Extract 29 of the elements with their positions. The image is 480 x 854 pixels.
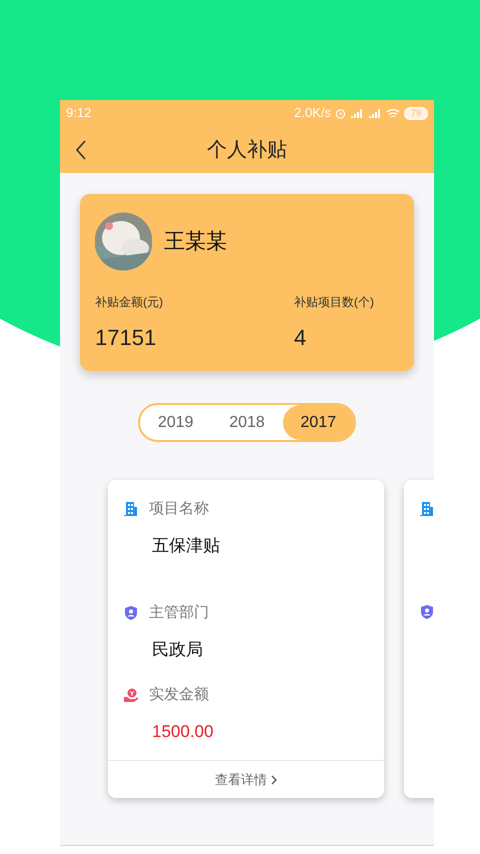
- field-value: 民政局: [152, 638, 204, 660]
- battery-indicator: 79: [404, 106, 428, 120]
- signal-icon: [368, 108, 382, 118]
- stat-value: 4: [294, 324, 308, 352]
- year-tab[interactable]: 2018: [211, 405, 283, 440]
- status-time: 9:12: [66, 104, 92, 122]
- field-value: 五保津贴: [152, 534, 221, 556]
- signal-icon: [350, 108, 364, 118]
- details-link[interactable]: 查看详情: [215, 770, 277, 790]
- year-tab[interactable]: 2019: [140, 405, 212, 440]
- year-tab[interactable]: 2017: [282, 405, 354, 440]
- building-icon: [419, 501, 434, 517]
- page-title: 个人补贴: [207, 138, 287, 162]
- stat-label: 补贴金额(元): [95, 294, 164, 311]
- wifi-icon: [386, 108, 400, 118]
- back-icon[interactable]: [75, 138, 87, 160]
- money-hand-icon: [123, 687, 139, 704]
- network-speed: 2.0K/s: [294, 104, 331, 122]
- field-label: 主管部门: [149, 603, 209, 623]
- field-value: 1500.00: [152, 720, 214, 742]
- stat-label: 补贴项目数(个): [294, 294, 375, 311]
- field-label: 项目名称: [149, 499, 209, 519]
- stat-value: 17151: [95, 324, 158, 352]
- user-name: 王某某: [164, 228, 227, 255]
- chevron-icon: [271, 774, 277, 784]
- shield-icon: [123, 605, 139, 622]
- alarm-icon: [334, 108, 346, 118]
- building-icon: [123, 501, 139, 518]
- field-label: 实发金额: [149, 685, 209, 705]
